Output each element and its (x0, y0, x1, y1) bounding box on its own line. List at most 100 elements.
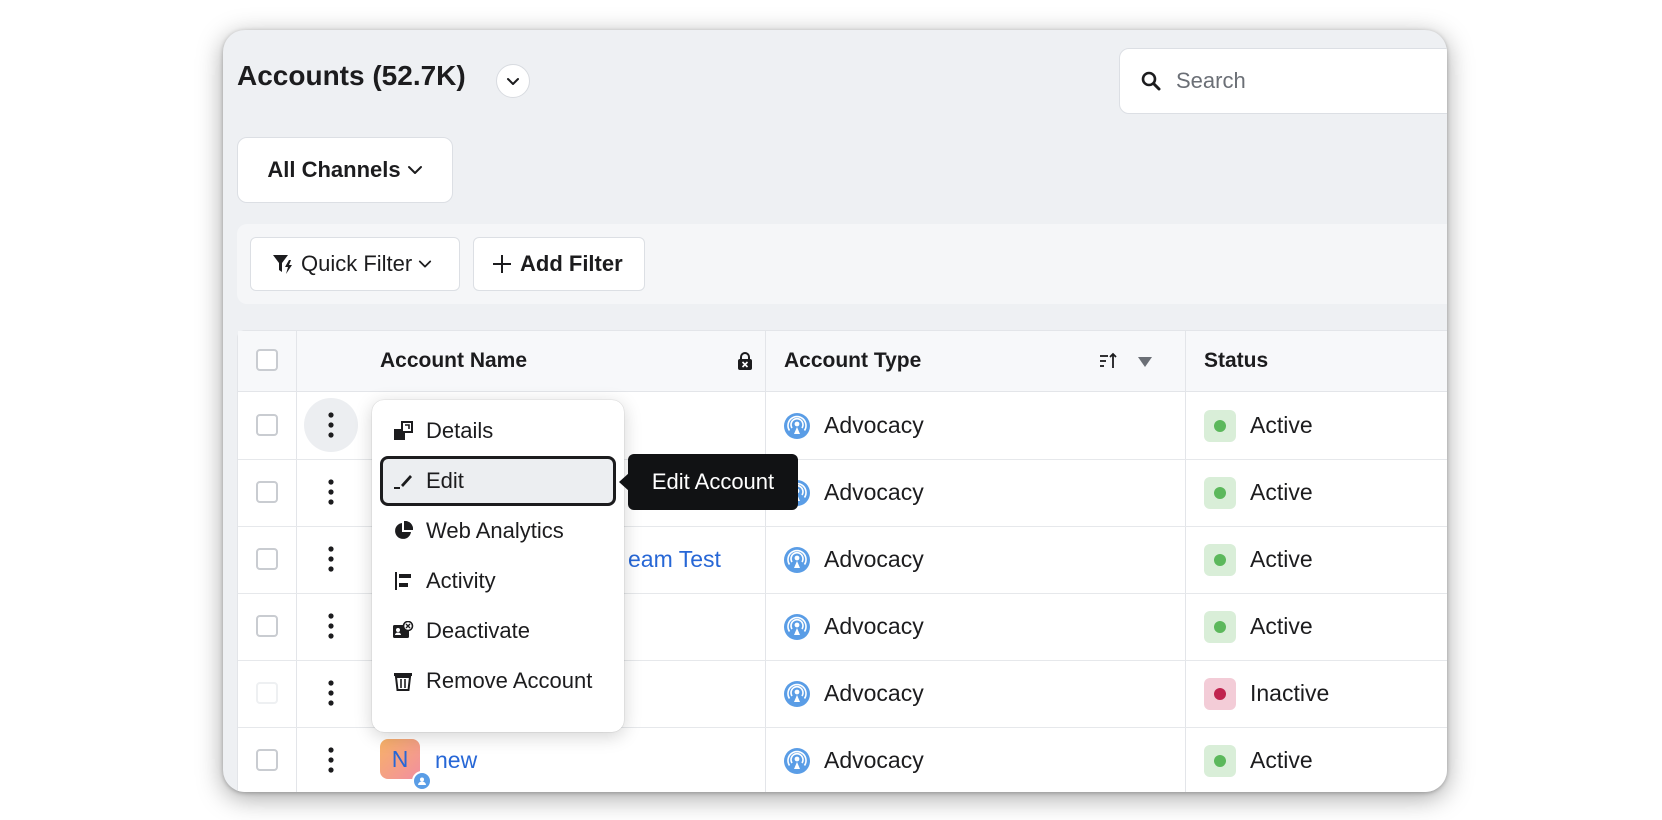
advocacy-badge-icon (412, 771, 432, 791)
chevron-down-icon (419, 260, 432, 268)
row-actions-button[interactable] (304, 733, 358, 787)
kebab-icon (328, 479, 334, 505)
menu-item-remove-account[interactable]: Remove Account (380, 656, 616, 706)
account-type-text: Advocacy (824, 613, 924, 639)
account-type-cell: Advocacy (784, 526, 924, 593)
status-cell: Active (1204, 727, 1313, 792)
account-name-link[interactable]: new (435, 727, 477, 792)
pencil-icon (392, 470, 414, 492)
status-cell: Active (1204, 392, 1313, 459)
row-checkbox[interactable] (256, 481, 278, 503)
menu-item-details[interactable]: Details (380, 406, 616, 456)
kebab-icon (328, 680, 334, 706)
activity-icon (392, 570, 414, 592)
row-checkbox[interactable] (256, 615, 278, 637)
account-type-text: Advocacy (824, 479, 924, 505)
menu-item-activity[interactable]: Activity (380, 556, 616, 606)
menu-item-label: Web Analytics (426, 518, 564, 543)
title-dropdown-button[interactable] (496, 64, 530, 98)
lock-icon (736, 351, 754, 376)
advocacy-icon (784, 747, 810, 774)
menu-item-web-analytics[interactable]: Web Analytics (380, 506, 616, 556)
kebab-icon (328, 613, 334, 639)
row-checkbox[interactable] (256, 682, 278, 704)
row-checkbox[interactable] (256, 414, 278, 436)
menu-item-label: Edit (426, 468, 464, 493)
details-icon (392, 420, 414, 442)
row-actions-menu: Details Edit Web Analytics Activity Deac… (372, 400, 624, 732)
plus-icon (492, 254, 512, 274)
column-header-label: Account Type (784, 349, 922, 372)
status-cell: Active (1204, 593, 1313, 660)
status-cell: Active (1204, 526, 1313, 593)
account-type-text: Advocacy (824, 747, 924, 773)
channels-label: All Channels (267, 157, 401, 182)
filter-caret-icon[interactable] (1138, 355, 1152, 373)
search-box[interactable] (1119, 48, 1447, 114)
status-text: Active (1250, 747, 1313, 773)
column-header-account-name[interactable]: Account Name (380, 331, 527, 391)
select-all-checkbox[interactable] (256, 349, 278, 371)
status-badge (1204, 543, 1236, 576)
chevron-down-icon (407, 166, 422, 174)
row-actions-button[interactable] (304, 599, 358, 653)
column-header-status[interactable]: Status (1204, 331, 1268, 391)
row-checkbox[interactable] (256, 548, 278, 570)
page-title: Accounts (52.7K) (237, 60, 466, 91)
account-name-link[interactable]: eam Test (628, 526, 721, 593)
chevron-down-icon (507, 78, 519, 85)
status-badge (1204, 744, 1236, 777)
column-header-label: Account Name (380, 349, 528, 372)
row-checkbox[interactable] (256, 749, 278, 771)
status-text: Active (1250, 546, 1313, 572)
menu-item-label: Details (426, 418, 494, 443)
status-badge (1204, 409, 1236, 442)
menu-item-label: Activity (426, 568, 496, 593)
menu-item-label: Remove Account (426, 668, 593, 693)
add-filter-button[interactable]: Add Filter (473, 237, 645, 291)
account-type-cell: Advocacy (784, 593, 924, 660)
status-badge (1204, 610, 1236, 643)
account-type-text: Advocacy (824, 680, 924, 706)
column-header-label: Status (1204, 349, 1269, 372)
account-type-cell: Advocacy (784, 459, 924, 526)
status-cell: Inactive (1204, 660, 1329, 727)
account-type-cell: Advocacy (784, 660, 924, 727)
all-channels-dropdown[interactable]: All Channels (237, 137, 453, 203)
row-actions-button[interactable] (304, 666, 358, 720)
account-type-cell: Advocacy (784, 727, 924, 792)
menu-item-edit[interactable]: Edit (380, 456, 616, 506)
status-text: Active (1250, 412, 1313, 438)
account-type-text: Advocacy (824, 412, 924, 438)
status-text: Active (1250, 479, 1313, 505)
search-input[interactable] (1174, 67, 1428, 95)
column-header-account-type[interactable]: Account Type (784, 331, 921, 391)
menu-item-deactivate[interactable]: Deactivate (380, 606, 616, 656)
avatar-letter: N (391, 745, 409, 772)
add-filter-label: Add Filter (520, 251, 623, 276)
quick-filter-label: Quick Filter (301, 251, 413, 276)
status-badge (1204, 476, 1236, 509)
table-row[interactable]: N new Advocacy Active (238, 727, 1447, 792)
advocacy-icon (784, 613, 810, 640)
quick-filter-icon (271, 252, 295, 276)
advocacy-icon (784, 412, 810, 439)
row-actions-button[interactable] (304, 532, 358, 586)
row-actions-button[interactable] (304, 465, 358, 519)
pie-chart-icon (392, 520, 414, 542)
quick-filter-button[interactable]: Quick Filter (250, 237, 460, 291)
row-actions-button[interactable] (304, 398, 358, 452)
status-badge (1204, 677, 1236, 710)
kebab-icon (328, 747, 334, 773)
deactivate-icon (392, 620, 414, 642)
search-icon (1140, 69, 1164, 93)
advocacy-icon (784, 546, 810, 573)
account-type-text: Advocacy (824, 546, 924, 572)
trash-icon (392, 670, 414, 692)
sort-icon[interactable] (1098, 351, 1118, 376)
menu-item-label: Deactivate (426, 618, 530, 643)
advocacy-icon (784, 680, 810, 707)
kebab-icon (328, 412, 334, 438)
kebab-icon (328, 546, 334, 572)
status-cell: Active (1204, 459, 1313, 526)
